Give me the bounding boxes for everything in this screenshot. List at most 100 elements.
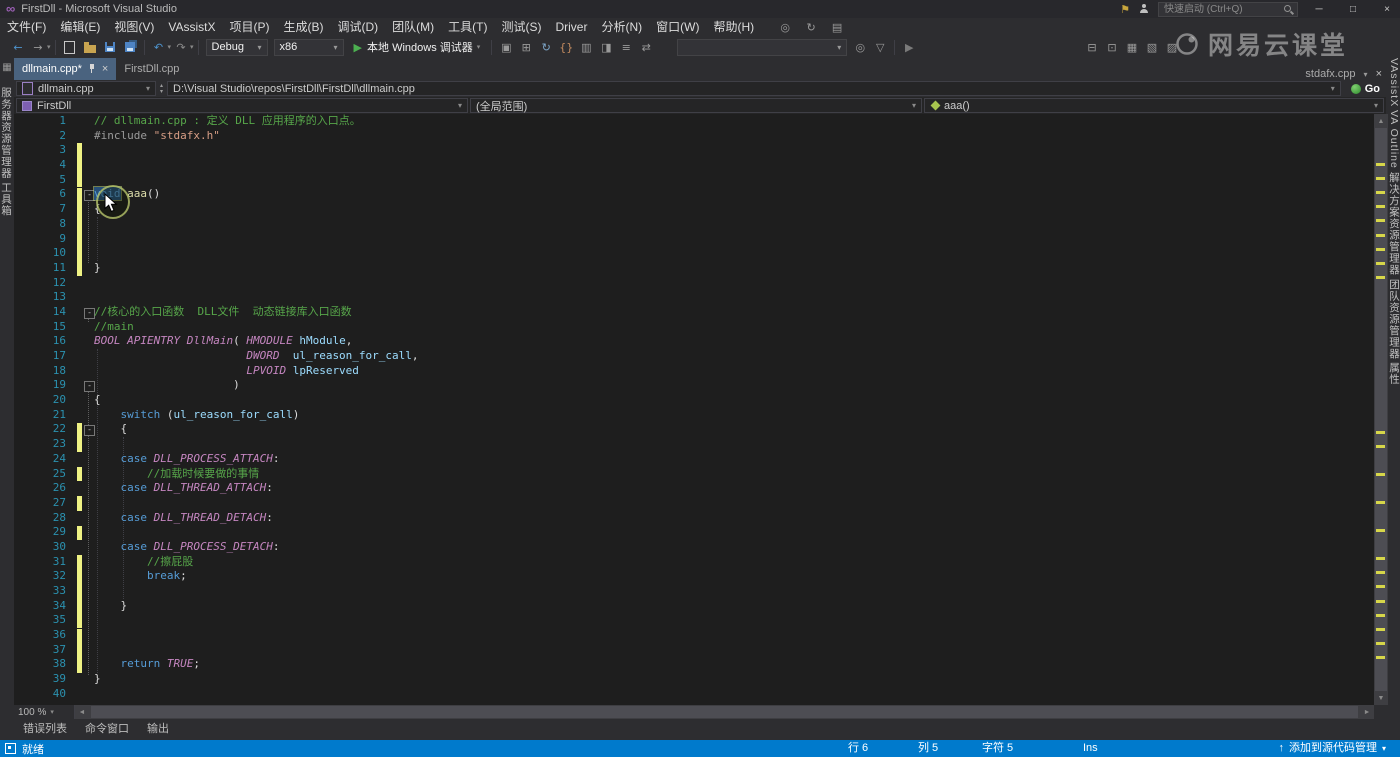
code-line[interactable]	[94, 437, 419, 452]
solution-configuration-select[interactable]: Debug▾	[206, 39, 268, 56]
navigate-dropdown-icon[interactable]: ▾	[47, 43, 51, 51]
code-line[interactable]	[94, 584, 419, 599]
code-line[interactable]: {	[94, 393, 419, 408]
start-debugging-button[interactable]: ▶ 本地 Windows 调试器 ▾	[347, 37, 488, 57]
highlight-icon[interactable]: ⊡	[1104, 39, 1120, 55]
code-line[interactable]: void aaa()	[94, 187, 419, 202]
code-line[interactable]	[94, 613, 419, 628]
va-go-button[interactable]: Go	[1351, 83, 1380, 95]
code-line[interactable]: BOOL APIENTRY DllMain( HMODULE hModule,	[94, 334, 419, 349]
comment-block-icon[interactable]: {}	[558, 39, 574, 55]
zoom-select[interactable]: 100 % ▾	[14, 705, 75, 719]
horizontal-scrollbar[interactable]: ◄ ►	[75, 705, 1374, 719]
menu-item[interactable]: 项目(P)	[222, 18, 276, 36]
menu-item[interactable]: 团队(M)	[385, 18, 441, 36]
menu-item[interactable]: 工具(T)	[441, 18, 494, 36]
code-line[interactable]: #include "stdafx.h"	[94, 129, 419, 144]
code-line[interactable]	[94, 628, 419, 643]
project-select[interactable]: FirstDll ▾	[16, 98, 468, 113]
code-line[interactable]: case DLL_PROCESS_DETACH:	[94, 540, 419, 555]
close-document-icon[interactable]: ×	[1376, 68, 1382, 80]
redo-dropdown-icon[interactable]: ▾	[190, 43, 194, 51]
list-members-icon[interactable]: ≡	[618, 39, 634, 55]
navigate-forward-icon[interactable]: →	[30, 39, 46, 55]
code-line[interactable]	[94, 687, 419, 702]
navigate-back-icon[interactable]: ←	[10, 39, 26, 55]
menu-item[interactable]: 编辑(E)	[53, 18, 107, 36]
new-project-icon[interactable]	[62, 39, 78, 55]
code-line[interactable]: )	[94, 378, 419, 393]
tab-firstdll-cpp[interactable]: FirstDll.cpp	[116, 58, 187, 80]
save-all-icon[interactable]	[122, 39, 138, 55]
code-line[interactable]: case DLL_PROCESS_ATTACH:	[94, 452, 419, 467]
tab-dllmain-cpp[interactable]: dllmain.cpp* ×	[14, 58, 116, 80]
undo-dropdown-icon[interactable]: ▾	[168, 43, 172, 51]
navigate-swap-icon[interactable]: ⇄	[638, 39, 654, 55]
code-line[interactable]	[94, 496, 419, 511]
find-combo[interactable]: ▾	[677, 39, 847, 56]
code-line[interactable]: // dllmain.cpp : 定义 DLL 应用程序的入口点。	[94, 114, 419, 129]
side-panel-tab[interactable]: 属性	[1388, 362, 1400, 385]
side-panel-tab[interactable]: 服务器资源管理器	[0, 87, 12, 179]
file-select[interactable]: dllmain.cpp ▾	[16, 81, 156, 96]
scroll-up-icon[interactable]: ▲	[1374, 114, 1388, 128]
side-panel-tab[interactable]: 工具箱	[0, 182, 12, 217]
code-line[interactable]	[94, 232, 419, 247]
side-panel-tab[interactable]: VAssistX	[1388, 58, 1400, 107]
code-line[interactable]: LPVOID lpReserved	[94, 364, 419, 379]
scc-dropdown-icon[interactable]: ▾	[1382, 740, 1386, 757]
vertical-scrollbar[interactable]: ▲ ▼	[1374, 114, 1388, 705]
va-options-icon[interactable]: ▨	[1164, 39, 1180, 55]
scope-select[interactable]: (全局范围) ▾	[470, 98, 922, 113]
va-snippet-icon[interactable]: ▧	[1144, 39, 1160, 55]
code-line[interactable]: //核心的入口函数 DLL文件 动态链接库入口函数	[94, 305, 419, 320]
code-line[interactable]: {	[94, 422, 419, 437]
side-panel-tab[interactable]: 团队资源管理器	[1388, 279, 1400, 360]
start-debugging-dropdown-icon[interactable]: ▾	[477, 43, 481, 51]
maximize-button[interactable]: □	[1340, 0, 1366, 18]
menu-item[interactable]: 帮助(H)	[706, 18, 761, 36]
code-line[interactable]: //main	[94, 320, 419, 335]
sign-in-icon[interactable]	[1138, 3, 1150, 15]
undo-icon[interactable]: ↶	[151, 39, 167, 55]
menu-item[interactable]: 测试(S)	[494, 18, 548, 36]
code-line[interactable]	[94, 143, 419, 158]
pin-icon[interactable]	[88, 64, 96, 74]
add-to-source-control-button[interactable]: ↑ 添加到源代码管理 ▾	[1278, 740, 1386, 757]
solution-platform-select[interactable]: x86▾	[274, 39, 344, 56]
code-line[interactable]: }	[94, 261, 419, 276]
find-next-icon[interactable]: ◎	[852, 39, 868, 55]
menu-item[interactable]: 窗口(W)	[649, 18, 706, 36]
tab-stdafx-cpp[interactable]: stdafx.cpp	[1305, 68, 1355, 80]
menu-item[interactable]: 视图(V)	[107, 18, 161, 36]
open-file-icon[interactable]	[82, 39, 98, 55]
bookmark-icon[interactable]: ◨	[598, 39, 614, 55]
code-line[interactable]	[94, 643, 419, 658]
bottom-panel-tab[interactable]: 错误列表	[14, 719, 76, 740]
side-panel-tab[interactable]: VA Outline	[1388, 110, 1400, 169]
indent-icon[interactable]: ▥	[578, 39, 594, 55]
code-line[interactable]	[94, 525, 419, 540]
code-editor[interactable]: 1234567891011121314151617181920212223242…	[14, 114, 1374, 705]
code-line[interactable]: switch (ul_reason_for_call)	[94, 408, 419, 423]
save-icon[interactable]	[102, 39, 118, 55]
va-outline-icon[interactable]: ▤	[829, 19, 845, 35]
code-lines[interactable]: // dllmain.cpp : 定义 DLL 应用程序的入口点。#includ…	[94, 114, 419, 702]
code-line[interactable]	[94, 246, 419, 261]
code-line[interactable]: return TRUE;	[94, 657, 419, 672]
menu-item[interactable]: 文件(F)	[0, 18, 53, 36]
menu-item[interactable]: 生成(B)	[276, 18, 330, 36]
debug-target-icon[interactable]: ⊟	[1084, 39, 1100, 55]
code-line[interactable]	[94, 217, 419, 232]
side-panel-tab[interactable]: 解决方案资源管理器	[1388, 172, 1400, 276]
bottom-panel-tab[interactable]: 输出	[138, 719, 178, 740]
scroll-right-icon[interactable]: ►	[1360, 709, 1374, 716]
solution-platforms-icon[interactable]: ▣	[498, 39, 514, 55]
quick-launch-input[interactable]	[1162, 3, 1283, 16]
member-select[interactable]: aaa() ▾	[924, 98, 1384, 113]
close-button[interactable]: ×	[1374, 0, 1400, 18]
menu-item[interactable]: 分析(N)	[594, 18, 649, 36]
code-line[interactable]: case DLL_THREAD_ATTACH:	[94, 481, 419, 496]
quick-launch-box[interactable]	[1158, 2, 1298, 17]
menu-item[interactable]: Driver	[548, 18, 594, 36]
